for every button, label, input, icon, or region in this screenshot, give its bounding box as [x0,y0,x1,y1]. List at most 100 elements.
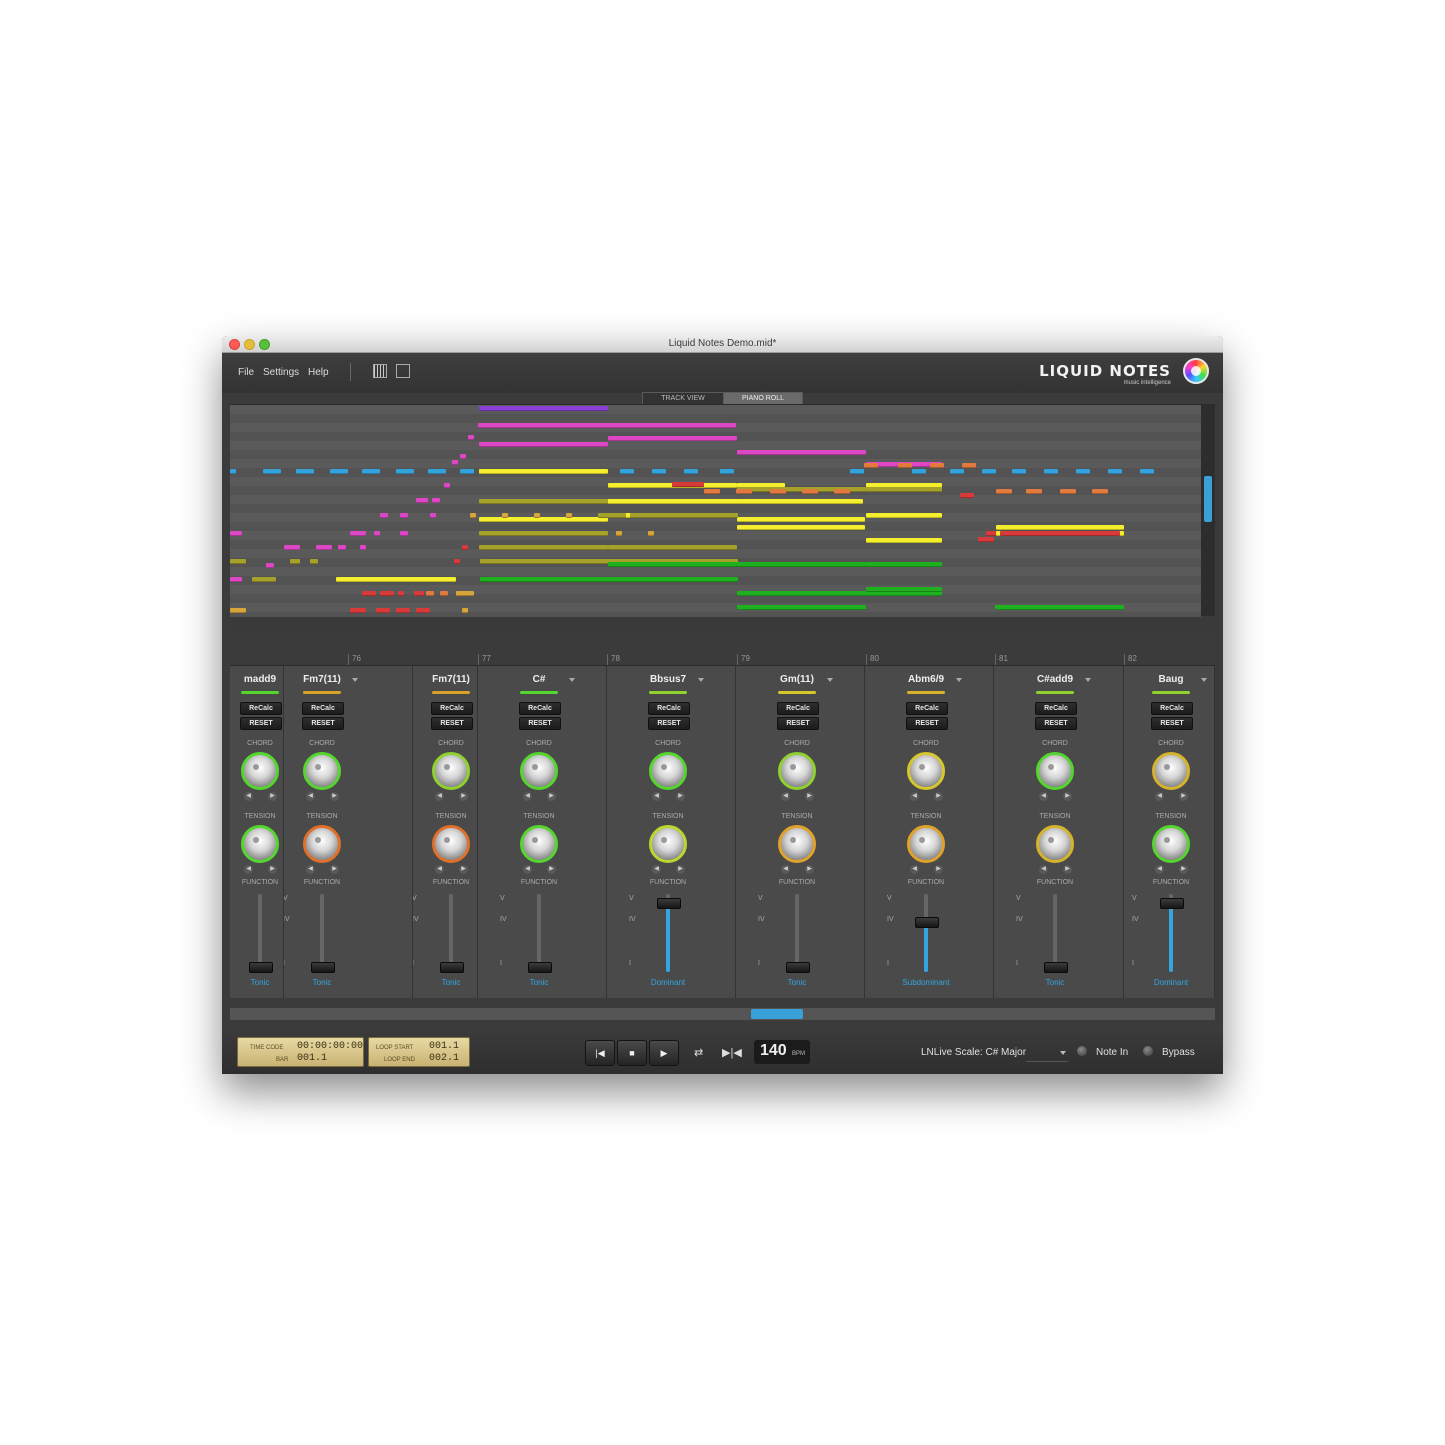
grid-view-icon[interactable] [396,364,410,378]
tension-knob[interactable] [778,825,816,863]
recalc-button[interactable]: ReCalc [906,702,948,715]
roll-divider-handle[interactable] [230,618,1215,632]
vertical-scroll-thumb[interactable] [1204,476,1212,522]
tension-knob[interactable] [520,825,558,863]
midi-note[interactable] [737,591,866,596]
midi-note[interactable] [770,489,786,494]
midi-note[interactable] [426,591,434,596]
reset-button[interactable]: RESET [777,717,819,730]
chord-knob[interactable] [520,752,558,790]
midi-note[interactable] [470,513,476,518]
chevron-left-icon[interactable]: ◀ [781,865,790,874]
chevron-left-icon[interactable]: ◀ [306,792,315,801]
chevron-right-icon[interactable]: ▶ [547,792,556,801]
chevron-left-icon[interactable]: ◀ [652,865,661,874]
midi-note[interactable] [338,545,346,550]
chevron-left-icon[interactable]: ◀ [244,792,253,801]
midi-note[interactable] [737,450,866,455]
midi-note[interactable] [672,482,704,487]
chevron-left-icon[interactable]: ◀ [244,865,253,874]
note-in-toggle[interactable] [1077,1046,1087,1056]
midi-note[interactable] [460,469,474,474]
midi-note[interactable] [360,545,366,550]
midi-note[interactable] [1012,469,1026,474]
midi-note[interactable] [630,513,738,518]
recalc-button[interactable]: ReCalc [648,702,690,715]
reset-button[interactable]: RESET [648,717,690,730]
midi-note[interactable] [336,577,456,582]
midi-note[interactable] [263,469,281,474]
function-fader-handle[interactable] [440,962,464,973]
tension-knob[interactable] [907,825,945,863]
midi-note[interactable] [400,531,408,536]
midi-note[interactable] [428,469,446,474]
chevron-left-icon[interactable]: ◀ [652,792,661,801]
chevron-right-icon[interactable]: ▶ [805,792,814,801]
chevron-down-icon[interactable] [569,678,575,682]
chevron-right-icon[interactable]: ▶ [1063,792,1072,801]
chord-name[interactable]: Gm(11) [757,674,837,685]
midi-note[interactable] [350,531,366,536]
midi-note[interactable] [608,545,737,550]
function-fader-handle[interactable] [1044,962,1068,973]
midi-note[interactable] [737,525,865,530]
function-fader-handle[interactable] [249,962,273,973]
function-fader-handle[interactable] [786,962,810,973]
loop-icon[interactable]: ⇄ [694,1046,703,1059]
chevron-left-icon[interactable]: ◀ [1155,792,1164,801]
chevron-right-icon[interactable]: ▶ [1063,865,1072,874]
midi-note[interactable] [930,463,944,468]
reset-button[interactable]: RESET [240,717,282,730]
chevron-right-icon[interactable]: ▶ [330,792,339,801]
midi-note[interactable] [284,545,300,550]
piano-roll-grid[interactable] [230,404,1201,617]
midi-note[interactable] [996,525,1124,530]
midi-note[interactable] [866,487,942,492]
menu-file[interactable]: File [238,367,254,378]
scale-select[interactable]: LNLive Scale: C# Major [921,1047,1026,1058]
tension-knob[interactable] [303,825,341,863]
midi-note[interactable] [290,559,300,564]
midi-note[interactable] [736,489,752,494]
midi-note[interactable] [374,531,380,536]
midi-note[interactable] [1060,489,1076,494]
midi-note[interactable] [416,498,428,503]
chord-knob[interactable] [1036,752,1074,790]
chord-name[interactable]: Abm6/9 [886,674,966,685]
return-to-start-icon[interactable]: ▶|◀ [722,1046,742,1059]
chevron-right-icon[interactable]: ▶ [330,865,339,874]
midi-note[interactable] [978,537,994,542]
midi-note[interactable] [400,513,408,518]
function-fader-handle[interactable] [915,917,939,929]
midi-note[interactable] [316,545,332,550]
midi-note[interactable] [996,489,1012,494]
recalc-button[interactable]: ReCalc [1035,702,1077,715]
chevron-down-icon[interactable] [352,678,358,682]
horizontal-scroll-thumb[interactable] [751,1009,803,1019]
menu-help[interactable]: Help [308,367,329,378]
midi-note[interactable] [396,469,414,474]
loop-start-value[interactable]: 001.1 [429,1041,459,1052]
midi-note[interactable] [737,517,865,522]
midi-note[interactable] [534,513,540,518]
chord-knob[interactable] [778,752,816,790]
function-fader-handle[interactable] [657,898,681,909]
reset-button[interactable]: RESET [906,717,948,730]
midi-note[interactable] [230,469,236,474]
midi-note[interactable] [1092,489,1108,494]
reset-button[interactable]: RESET [1035,717,1077,730]
midi-note[interactable] [1026,489,1042,494]
midi-note[interactable] [866,587,942,592]
chevron-right-icon[interactable]: ▶ [676,865,685,874]
reset-button[interactable]: RESET [302,717,344,730]
midi-note[interactable] [454,559,460,564]
chord-knob[interactable] [432,752,470,790]
midi-note[interactable] [432,498,440,503]
chord-name[interactable]: Bbsus7 [628,674,708,685]
tension-knob[interactable] [649,825,687,863]
midi-note[interactable] [912,469,926,474]
midi-note[interactable] [479,469,608,474]
chevron-left-icon[interactable]: ◀ [523,792,532,801]
midi-note[interactable] [456,591,474,596]
tension-knob[interactable] [432,825,470,863]
